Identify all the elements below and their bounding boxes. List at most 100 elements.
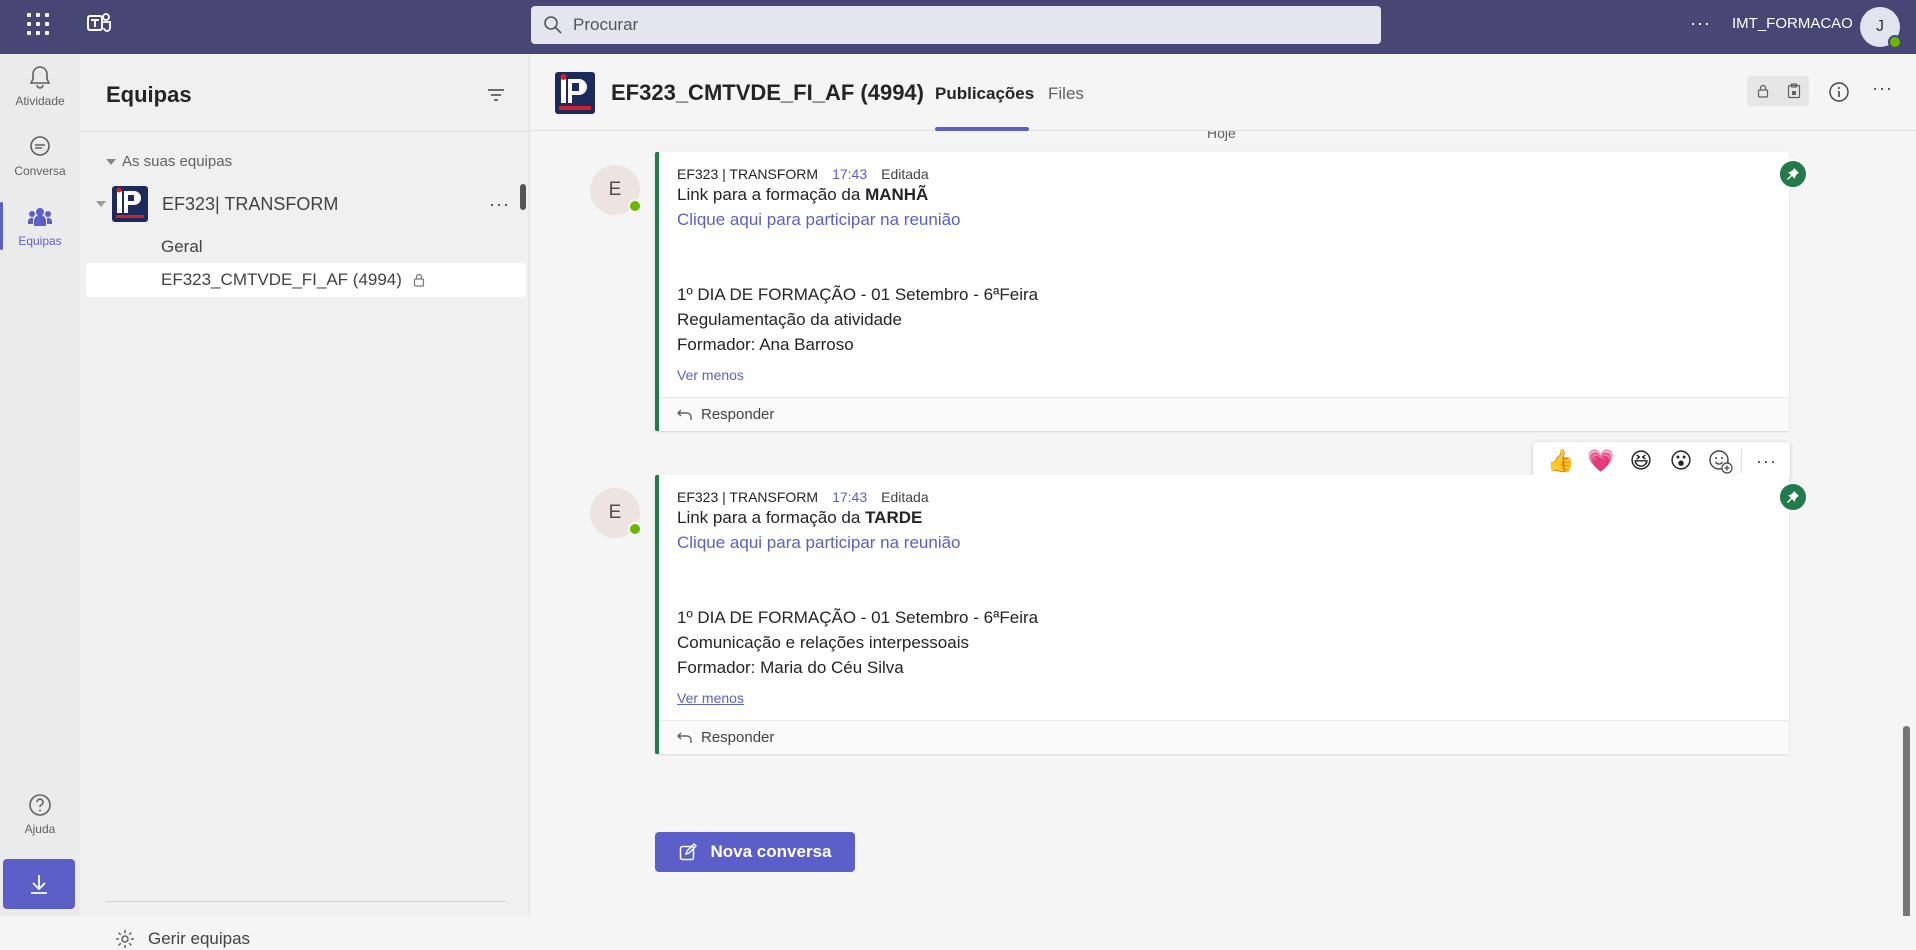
author-avatar[interactable]: E: [590, 165, 642, 215]
message-line: Link para a formação da TARDE: [677, 505, 1771, 530]
private-channel-indicator[interactable]: [1747, 76, 1809, 106]
channel-title: EF323_CMTVDE_FI_AF (4994): [611, 80, 924, 105]
meeting-link[interactable]: Clique aqui para participar na reunião: [677, 530, 1771, 555]
presence-available-icon: [1888, 35, 1902, 49]
add-reaction-icon[interactable]: [1707, 448, 1733, 474]
chat-icon: [30, 136, 50, 156]
search-icon: [544, 16, 562, 34]
message-topic: Regulamentação da atividade: [677, 310, 902, 329]
message-text: Link para a formação da: [677, 508, 866, 527]
message-meta: EF323 | TRANSFORM 17:43 Editada: [677, 166, 1771, 182]
rail-label: Equipas: [18, 234, 62, 248]
tab-files[interactable]: Files: [1048, 84, 1084, 104]
surprised-reaction-icon[interactable]: 😮: [1661, 448, 1701, 474]
new-conversation-label: Nova conversa: [710, 842, 832, 861]
avatar-initial: E: [608, 179, 622, 200]
message-meta: EF323 | TRANSFORM 17:43 Editada: [677, 489, 1771, 505]
channel-header: EF323_CMTVDE_FI_AF (4994) Publicações Fi…: [531, 54, 1916, 131]
rail-label: Atividade: [15, 94, 65, 108]
post-message[interactable]: EF323 | TRANSFORM 17:43 Editada Link par…: [655, 152, 1789, 431]
reply-icon: [677, 732, 692, 743]
top-bar: Procurar ··· IMT_FORMACAO J: [0, 0, 1916, 54]
team-logo-icon: [112, 186, 148, 222]
clipboard-lock-icon: [1787, 83, 1800, 99]
compose-icon: [679, 843, 697, 861]
info-icon[interactable]: [1828, 81, 1850, 103]
laugh-reaction-icon[interactable]: 😆: [1621, 448, 1661, 474]
manage-teams-button[interactable]: Gerir equipas: [114, 928, 250, 950]
channel-item-active[interactable]: EF323_CMTVDE_FI_AF (4994): [86, 263, 526, 297]
bell-icon: [29, 66, 51, 89]
tab-publicacoes[interactable]: Publicações: [935, 84, 1034, 104]
search-input[interactable]: Procurar: [531, 6, 1381, 44]
section-label: As suas equipas: [122, 153, 233, 170]
channel-item-geral[interactable]: Geral: [86, 230, 526, 264]
message-day-line: 1º DIA DE FORMAÇÃO - 01 Setembro - 6ªFei…: [677, 608, 1039, 627]
pin-icon[interactable]: [1778, 482, 1808, 512]
channel-logo-icon: [555, 72, 595, 114]
channel-label: EF323_CMTVDE_FI_AF (4994): [161, 270, 402, 289]
rail-item-activity[interactable]: Atividade: [0, 54, 80, 118]
search-placeholder: Procurar: [573, 15, 639, 34]
new-conversation-button[interactable]: Nova conversa: [655, 832, 855, 872]
rail-label: Conversa: [14, 164, 66, 178]
see-less-link[interactable]: Ver menos: [677, 690, 1771, 720]
rail-item-teams[interactable]: Equipas: [0, 194, 80, 258]
author-avatar[interactable]: E: [590, 488, 642, 538]
message-line: Link para a formação da MANHÃ: [677, 182, 1771, 207]
divider: [1741, 449, 1742, 473]
divider: [80, 131, 530, 132]
manage-label: Gerir equipas: [148, 929, 251, 948]
see-less-link[interactable]: Ver menos: [677, 367, 1771, 397]
lock-icon: [1757, 84, 1768, 98]
message-author: EF323 | TRANSFORM: [677, 489, 819, 505]
meeting-link[interactable]: Clique aqui para participar na reunião: [677, 207, 1771, 232]
filter-icon[interactable]: [485, 84, 507, 106]
teams-list-panel: Equipas As suas equipas EF323| TRANSFORM…: [80, 54, 530, 948]
user-name: IMT_FORMACAO: [1732, 15, 1853, 32]
panel-title: Equipas: [106, 82, 192, 107]
app-launcher-icon[interactable]: [25, 11, 51, 37]
download-icon: [31, 875, 47, 894]
chevron-down-icon: [106, 159, 116, 166]
rail-label: Ajuda: [24, 822, 56, 836]
settings-more-button[interactable]: ···: [1690, 13, 1711, 34]
message-bold-text: MANHÃ: [865, 185, 929, 204]
panel-scrollbar[interactable]: [520, 184, 526, 210]
presence-available-icon: [628, 199, 642, 213]
posts-area: Hoje E EF323 | TRANSFORM 17:43 Editada L…: [531, 131, 1916, 916]
message-author: EF323 | TRANSFORM: [677, 166, 819, 182]
message-time: 17:43: [832, 166, 868, 182]
channel-more-button[interactable]: ···: [1872, 78, 1893, 99]
posts-scrollbar[interactable]: [1903, 726, 1910, 916]
avatar-initial: E: [608, 502, 622, 523]
rail-item-help[interactable]: Ajuda: [0, 782, 80, 846]
message-bold-text: TARDE: [865, 508, 923, 527]
teams-icon: [28, 208, 52, 226]
like-reaction-icon[interactable]: 👍: [1541, 448, 1581, 474]
avatar-initial: J: [1876, 18, 1884, 35]
presence-available-icon: [628, 522, 642, 536]
message-text: Link para a formação da: [677, 185, 866, 204]
heart-reaction-icon[interactable]: 💗: [1581, 448, 1621, 474]
message-more-button[interactable]: ···: [1750, 451, 1777, 472]
teams-logo-icon: [87, 13, 111, 32]
reply-button[interactable]: Responder: [659, 720, 1789, 754]
team-item[interactable]: EF323| TRANSFORM ···: [94, 182, 514, 226]
message-day-line: 1º DIA DE FORMAÇÃO - 01 Setembro - 6ªFei…: [677, 285, 1039, 304]
post-message[interactable]: EF323 | TRANSFORM 17:43 Editada Link par…: [655, 475, 1789, 754]
reply-icon: [677, 409, 692, 420]
reply-label: Responder: [701, 406, 775, 423]
channel-label: Geral: [161, 237, 203, 256]
reply-button[interactable]: Responder: [659, 397, 1789, 431]
your-teams-section[interactable]: As suas equipas: [106, 153, 232, 170]
profile-avatar[interactable]: J: [1860, 7, 1902, 49]
team-more-button[interactable]: ···: [489, 194, 510, 215]
rail-item-chat[interactable]: Conversa: [0, 124, 80, 188]
help-icon: [29, 794, 51, 816]
download-app-button[interactable]: [3, 859, 75, 909]
pin-icon[interactable]: [1778, 159, 1808, 189]
edited-label: Editada: [881, 166, 929, 182]
chevron-down-icon: [96, 201, 106, 207]
gear-icon: [116, 930, 134, 948]
